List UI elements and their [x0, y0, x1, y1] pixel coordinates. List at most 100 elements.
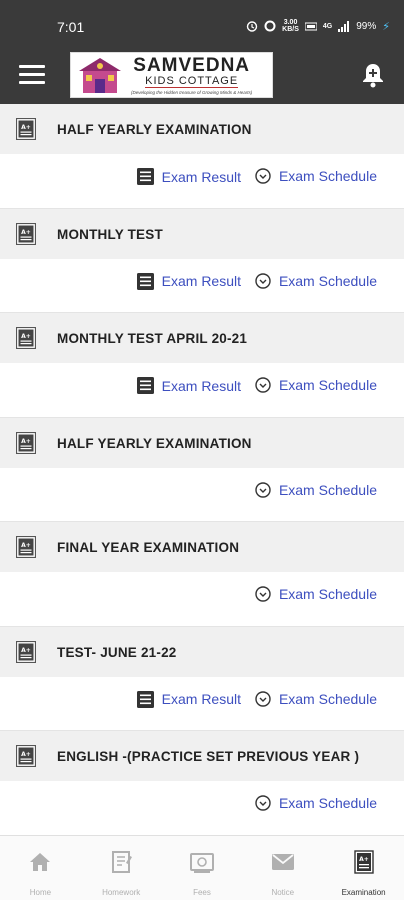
- signal-icon: [338, 20, 350, 32]
- exam-schedule-icon: [255, 795, 271, 811]
- exam-card: A+ MONTHLY TEST APRIL 20-21 Exam Result Exa…: [0, 313, 404, 418]
- nav-item-notice[interactable]: Notice: [242, 836, 323, 900]
- exam-result-link[interactable]: Exam Result: [136, 377, 241, 394]
- logo-title: SAMVEDNA: [133, 54, 251, 76]
- exam-title: MONTHLY TEST APRIL 20-21: [57, 331, 248, 346]
- exam-result-icon: [136, 377, 154, 394]
- exam-icon: A+: [16, 222, 36, 245]
- charging-icon: ⚡: [382, 20, 390, 33]
- hamburger-icon: [19, 65, 45, 68]
- svg-text:A+: A+: [21, 542, 31, 549]
- svg-text:A+: A+: [21, 124, 31, 131]
- exam-card-header: A+ HALF YEARLY EXAMINATION: [0, 417, 404, 468]
- exam-icon: A+: [16, 745, 36, 767]
- notice-icon: [270, 849, 296, 880]
- exam-schedule-label: Exam Schedule: [278, 377, 377, 393]
- svg-text:A+: A+: [21, 333, 31, 340]
- exam-card-actions: Exam Result Exam Schedule: [0, 677, 404, 731]
- bottom-navigation: Home Homework Fees Notice A+ Examination: [0, 835, 404, 900]
- nav-item-home[interactable]: Home: [0, 836, 81, 900]
- exam-result-label: Exam Result: [161, 168, 241, 185]
- exam-schedule-icon: [255, 168, 271, 184]
- svg-text:A+: A+: [359, 856, 369, 863]
- menu-button[interactable]: [19, 65, 45, 85]
- exam-schedule-link[interactable]: Exam Schedule: [255, 168, 377, 184]
- exam-card: A+ ENGLISH -(PRACTICE SET PREVIOUS YEAR )…: [0, 731, 404, 836]
- svg-text:A+: A+: [21, 647, 31, 654]
- battery-level: 99%: [356, 20, 377, 32]
- exam-schedule-link[interactable]: Exam Schedule: [255, 586, 377, 602]
- signal-label: 4G: [322, 22, 333, 30]
- exam-card: A+ MONTHLY TEST Exam Result Exam Schedule: [0, 208, 404, 313]
- exam-card: A+ FINAL YEAR EXAMINATION Exam Schedule: [0, 522, 404, 627]
- alarm-icon: [246, 21, 258, 32]
- school-logo: SAMVEDNA KIDS COTTAGE (Developing the Hi…: [70, 52, 273, 98]
- exam-card-actions: Exam Result Exam Schedule: [0, 154, 404, 208]
- exam-title: ENGLISH -(PRACTICE SET PREVIOUS YEAR ): [57, 749, 360, 764]
- home-icon: [27, 849, 53, 880]
- nav-item-label: Notice: [271, 888, 295, 897]
- exam-card-header: A+ MONTHLY TEST APRIL 20-21: [0, 313, 404, 363]
- exam-result-icon: [136, 690, 154, 708]
- exam-title: HALF YEARLY EXAMINATION: [57, 122, 252, 137]
- exam-schedule-label: Exam Schedule: [278, 168, 377, 184]
- examination-icon: A+: [351, 849, 377, 880]
- exam-result-label: Exam Result: [161, 377, 241, 394]
- nav-item-label: Examination: [341, 888, 386, 897]
- exam-icon: A+: [16, 640, 36, 663]
- exam-schedule-link[interactable]: Exam Schedule: [255, 795, 377, 811]
- exam-icon: A+: [16, 431, 36, 454]
- exam-result-link[interactable]: Exam Result: [136, 690, 241, 708]
- data-saver-icon: [264, 20, 276, 32]
- exam-card: A+ HALF YEARLY EXAMINATION Exam Result Exam…: [0, 104, 404, 209]
- exam-icon: A+: [16, 536, 36, 558]
- nav-item-homework[interactable]: Homework: [81, 836, 162, 900]
- exam-result-label: Exam Result: [161, 691, 241, 707]
- exam-schedule-icon: [255, 586, 271, 602]
- logo-tagline: (Developing the Hidden treasure of Growi…: [131, 89, 253, 95]
- exam-schedule-link[interactable]: Exam Schedule: [255, 482, 377, 498]
- exam-card: A+ TEST- JUNE 21-22 Exam Result Exam Schedu…: [0, 626, 404, 731]
- nav-item-examination[interactable]: A+ Examination: [323, 836, 404, 900]
- exam-result-icon: [136, 272, 154, 290]
- exam-schedule-icon: [255, 481, 271, 498]
- net-speed: 3.00 KB/S: [282, 19, 299, 33]
- exam-schedule-icon: [255, 377, 271, 393]
- exam-schedule-label: Exam Schedule: [278, 795, 377, 811]
- exam-schedule-icon: [255, 272, 271, 289]
- exam-card-actions: Exam Schedule: [0, 781, 404, 835]
- exam-result-link[interactable]: Exam Result: [136, 168, 241, 185]
- exam-schedule-link[interactable]: Exam Schedule: [255, 691, 377, 707]
- exam-schedule-icon: [255, 690, 271, 707]
- exam-card-actions: Exam Result Exam Schedule: [0, 259, 404, 313]
- exam-schedule-label: Exam Schedule: [278, 272, 377, 289]
- nav-item-label: Fees: [193, 888, 211, 897]
- logo-subtitle: KIDS COTTAGE: [145, 74, 239, 88]
- exam-title: MONTHLY TEST: [57, 226, 163, 242]
- fees-icon: [189, 849, 215, 880]
- exam-title: HALF YEARLY EXAMINATION: [57, 435, 252, 451]
- exam-title: TEST- JUNE 21-22: [57, 644, 177, 660]
- app-bar: SAMVEDNA KIDS COTTAGE (Developing the Hi…: [0, 50, 404, 104]
- exam-card-header: A+ HALF YEARLY EXAMINATION: [0, 104, 404, 154]
- volte-icon: [304, 22, 317, 30]
- svg-text:A+: A+: [21, 751, 31, 758]
- exam-schedule-label: Exam Schedule: [278, 481, 377, 498]
- exam-schedule-link[interactable]: Exam Schedule: [255, 273, 377, 289]
- status-icons: 3.00 KB/S 4G 99% ⚡: [246, 19, 390, 33]
- nav-item-fees[interactable]: Fees: [162, 836, 243, 900]
- exam-card-header: A+ FINAL YEAR EXAMINATION: [0, 522, 404, 572]
- exam-card: A+ HALF YEARLY EXAMINATION Exam Schedule: [0, 417, 404, 522]
- svg-text:A+: A+: [21, 229, 31, 236]
- exam-schedule-link[interactable]: Exam Schedule: [255, 377, 377, 393]
- status-bar: 7:01 3.00 KB/S 4G 99% ⚡: [0, 0, 404, 50]
- nav-item-label: Homework: [102, 888, 141, 897]
- notification-bell-icon[interactable]: [361, 62, 385, 88]
- exam-schedule-label: Exam Schedule: [278, 586, 377, 602]
- house-logo-icon: [79, 58, 121, 93]
- exam-card-header: A+ TEST- JUNE 21-22: [0, 626, 404, 677]
- exam-card-actions: Exam Schedule: [0, 468, 404, 522]
- svg-text:A+: A+: [21, 438, 31, 445]
- exam-title: FINAL YEAR EXAMINATION: [57, 540, 240, 555]
- exam-result-link[interactable]: Exam Result: [136, 272, 241, 290]
